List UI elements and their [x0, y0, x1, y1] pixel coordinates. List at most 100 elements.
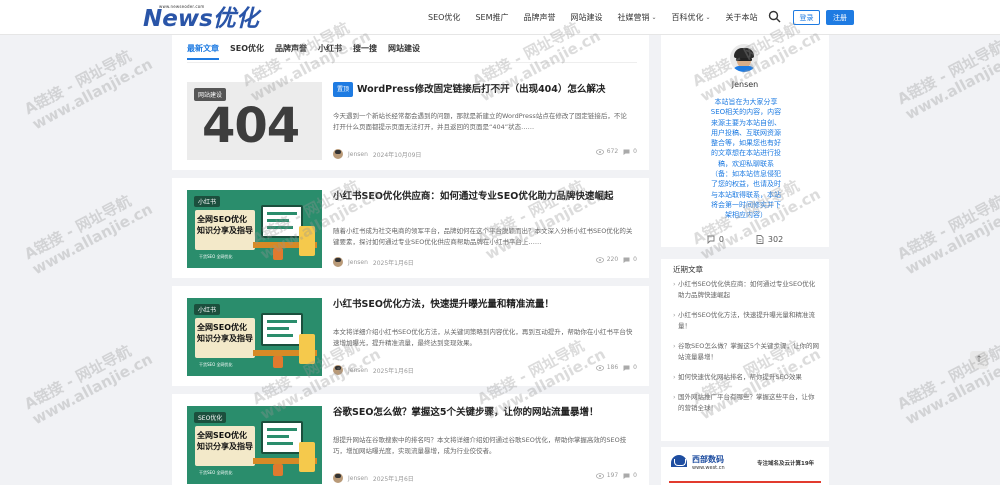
recent-post-link[interactable]: 小红书SEO优化供应商：如何通过专业SEO优化助力品牌快速崛起 — [673, 279, 819, 301]
register-button[interactable]: 注册 — [826, 10, 854, 25]
post-title[interactable]: 置顶 WordPress修改固定链接后打不开（出现404）怎么解决 — [333, 82, 637, 97]
nav-sem[interactable]: SEM推广 — [475, 12, 508, 23]
post-meta: Jensen 2024年10月09日 672 0 — [333, 148, 637, 160]
post-excerpt: 想提升网站在谷歌搜索中的排名吗？本文将详细介绍如何通过谷歌SEO优化，帮助你掌握… — [333, 436, 627, 455]
tab-xiaohongshu[interactable]: 小红书 — [318, 43, 342, 60]
comment-icon — [623, 149, 630, 155]
comment-count: 0 — [633, 256, 637, 263]
post-item: 网站建设 404 置顶 WordPress修改固定链接后打不开（出现404）怎么解… — [187, 82, 637, 182]
comment-icon — [623, 473, 630, 479]
back-to-top-button[interactable]: ↑ — [970, 351, 988, 369]
thumbnail-title: 全网SEO优化 知识分享及指导 — [197, 323, 253, 343]
post-author[interactable]: Jensen — [348, 259, 368, 266]
thumbnail-title: 全网SEO优化 知识分享及指导 — [197, 215, 253, 235]
tab-seo[interactable]: SEO优化 — [230, 43, 264, 60]
recent-post-link[interactable]: 国外网站推广平台有哪些？掌握这些平台，让你的营销全球！ — [673, 392, 819, 414]
chevron-down-icon: ⌄ — [705, 14, 711, 21]
watermark: A链接 - 网址导航 www.allanjie.cn — [21, 46, 156, 134]
author-avatar[interactable] — [333, 365, 343, 375]
category-tabs: 最新文章 SEO优化 品牌声誉 小红书 搜一搜 网站建设 — [187, 43, 431, 60]
login-button[interactable]: 登录 — [793, 10, 820, 25]
post-excerpt: 今天遇到一个新站长经常都会遇到的问题，那就是新建立的WordPress站点在修改… — [333, 112, 627, 131]
view-count: 220 — [606, 256, 619, 263]
nav-label: 品牌声誉 — [523, 13, 556, 22]
post-author[interactable]: Jensen — [348, 367, 368, 374]
profile-avatar[interactable] — [730, 44, 758, 72]
nav-website[interactable]: 网站建设 — [570, 12, 602, 23]
post-meta: Jensen 2025年1月6日 186 0 — [333, 364, 637, 376]
post-thumbnail[interactable]: 小红书 全网SEO优化 知识分享及指导 干货SEO 全网优化 — [187, 298, 322, 376]
post-stats: 186 0 — [595, 364, 637, 371]
recent-post-link[interactable]: 谷歌SEO怎么做？掌握这5个关键步骤，让你的网站流量暴增！ — [673, 341, 819, 363]
stat-posts: 302 — [756, 235, 783, 244]
recent-post-link[interactable]: 小红书SEO优化方法，快速提升曝光量和精准流量！ — [673, 310, 819, 332]
comment-icon — [623, 365, 630, 371]
thumbnail-cup-shape — [273, 464, 283, 476]
recent-posts-widget: 近期文章 小红书SEO优化供应商：如何通过专业SEO优化助力品牌快速崛起 小红书… — [661, 259, 829, 441]
post-date: 2025年1月6日 — [372, 475, 414, 483]
post-author[interactable]: Jensen — [348, 151, 368, 158]
ad-brand: 西部数码 — [692, 455, 724, 464]
author-profile-card: Jensen 本站旨在为大家分享 SEO相关的内容，内容 来源主要为本站自创、 … — [661, 35, 829, 247]
watermark: A链接 - 网址导航 www.allanjie.cn — [894, 191, 1000, 279]
thumbnail-cup-shape — [273, 356, 283, 368]
chevron-down-icon: ⌄ — [651, 14, 657, 21]
main-nav: SEO优化 SEM推广 品牌声誉 网站建设 社媒营销 ⌄ 百科优化 ⌄ 关于本站 — [428, 0, 773, 35]
thumbnail-paper-shape — [299, 442, 315, 472]
post-meta: Jensen 2025年1月6日 197 0 — [333, 472, 637, 484]
profile-name[interactable]: Jensen — [661, 80, 829, 89]
ad-slogan: 专注域名及云计算19年 — [757, 461, 815, 467]
site-logo[interactable]: www.newseoder.com News优化 — [143, 3, 259, 33]
search-icon[interactable] — [768, 10, 781, 23]
tab-sousou[interactable]: 搜一搜 — [353, 43, 377, 60]
post-title[interactable]: 小红书SEO优化供应商：如何通过专业SEO优化助力品牌快速崛起 — [333, 190, 637, 203]
comment-icon — [623, 257, 630, 263]
post-separator — [172, 386, 649, 394]
thumbnail-subtitle: 干货SEO 全网优化 — [199, 362, 233, 367]
post-thumbnail[interactable]: SEO优化 全网SEO优化 知识分享及指导 干货SEO 全网优化 — [187, 406, 322, 484]
stat-comments: 0 — [707, 235, 724, 244]
post-stats: 197 0 — [595, 472, 637, 479]
post-separator — [172, 278, 649, 286]
eye-icon — [595, 472, 604, 479]
nav-label: SEM推广 — [475, 13, 509, 22]
post-item: 小红书 全网SEO优化 知识分享及指导 干货SEO 全网优化 小红书SEO优化供应… — [187, 190, 637, 290]
nav-about[interactable]: 关于本站 — [726, 12, 758, 23]
nav-social[interactable]: 社媒营销 ⌄ — [617, 12, 656, 23]
stat-comments-value: 0 — [718, 235, 724, 244]
thumbnail-screen-shape — [261, 205, 303, 238]
nav-label: 百科优化 — [671, 13, 704, 22]
post-title[interactable]: 小红书SEO优化方法，快速提升曝光量和精准流量！ — [333, 298, 637, 311]
tab-latest[interactable]: 最新文章 — [187, 43, 219, 60]
logo-text: News优化 — [143, 6, 259, 32]
nav-seo[interactable]: SEO优化 — [428, 12, 460, 23]
thumbnail-404-text: 404 — [202, 98, 300, 154]
post-stats: 672 0 — [595, 148, 637, 155]
post-list-panel: 最新文章 SEO优化 品牌声誉 小红书 搜一搜 网站建设 网站建设 404 置顶… — [172, 35, 649, 485]
post-thumbnail[interactable]: 小红书 全网SEO优化 知识分享及指导 干货SEO 全网优化 — [187, 190, 322, 268]
tab-brand[interactable]: 品牌声誉 — [275, 43, 307, 60]
watermark: A链接 - 网址导航 www.allanjie.cn — [894, 36, 1000, 124]
nav-wiki[interactable]: 百科优化 ⌄ — [672, 12, 711, 23]
recent-post-link[interactable]: 如何快速优化网站排名，帮你提升SEO效果 — [673, 372, 819, 383]
post-excerpt: 随着小红书成为社交电商的领军平台，品牌如何在这个平台脱颖而出？本文深入分析小红书… — [333, 227, 633, 246]
author-avatar[interactable] — [333, 473, 343, 483]
profile-stats: 0 302 — [661, 235, 829, 244]
eye-icon — [595, 256, 604, 263]
post-thumbnail[interactable]: 网站建设 404 — [187, 82, 322, 160]
nav-brand[interactable]: 品牌声誉 — [523, 12, 555, 23]
author-avatar[interactable] — [333, 149, 343, 159]
post-separator — [172, 170, 649, 178]
post-item: SEO优化 全网SEO优化 知识分享及指导 干货SEO 全网优化 谷歌SEO怎么做… — [187, 406, 637, 485]
post-author[interactable]: Jensen — [348, 475, 368, 482]
tabs-divider — [187, 62, 637, 63]
ad-accent-bar — [669, 481, 821, 483]
comment-icon — [707, 235, 715, 244]
sponsor-banner[interactable]: 西部数码 www.west.cn 专注域名及云计算19年 — [661, 447, 829, 485]
nav-label: 关于本站 — [725, 13, 758, 22]
watermark: A链接 - 网址导航 www.allanjie.cn — [894, 341, 1000, 429]
tab-website[interactable]: 网站建设 — [388, 43, 420, 60]
author-avatar[interactable] — [333, 257, 343, 267]
post-title[interactable]: 谷歌SEO怎么做？掌握这5个关键步骤，让你的网站流量暴增！ — [333, 406, 637, 419]
thumbnail-screen-shape — [261, 421, 303, 454]
